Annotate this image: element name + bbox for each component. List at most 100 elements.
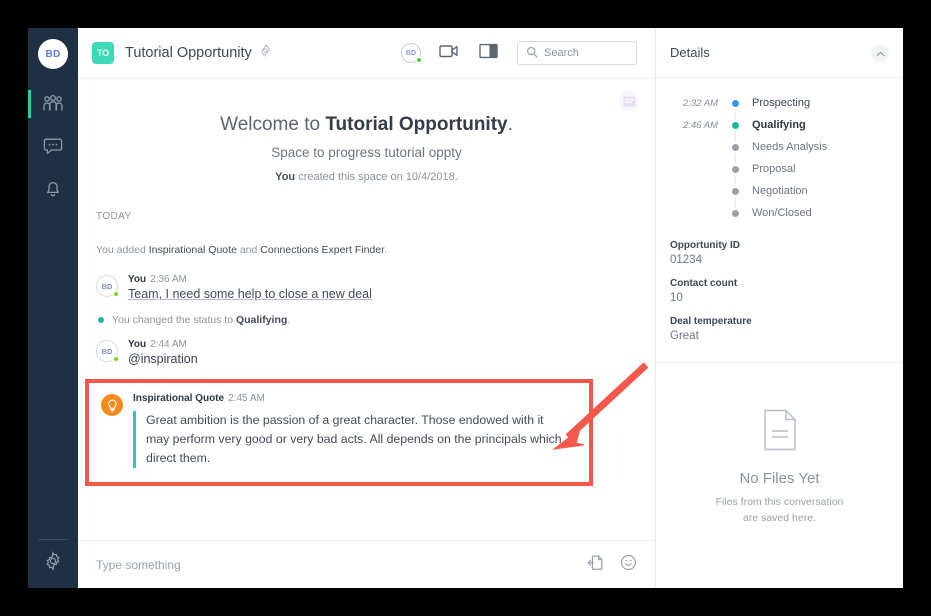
sys-suffix: .: [384, 244, 387, 256]
attach-file-icon[interactable]: [587, 554, 604, 576]
rail-nav: [28, 83, 78, 209]
files-empty-title: No Files Yet: [739, 469, 820, 487]
presence-dot: [113, 356, 119, 362]
message-author: You: [128, 339, 147, 350]
presence-dot: [113, 291, 119, 297]
field-label: Opportunity ID: [670, 240, 740, 251]
field-opportunity-id: Opportunity ID 01234: [656, 240, 903, 266]
people-icon: [42, 94, 64, 114]
message-author: You: [128, 274, 147, 285]
stage-label: Qualifying: [752, 119, 806, 131]
gear-icon: [43, 551, 63, 576]
files-empty-state: No Files Yet Files from this conversatio…: [656, 362, 903, 588]
stage-label: Negotiation: [752, 185, 808, 197]
sidebar-item-chat[interactable]: [28, 125, 78, 167]
app-name-two: Connections Expert Finder: [260, 244, 384, 256]
status-change-text: You changed the status to Qualifying.: [112, 314, 290, 326]
welcome-prefix: Welcome to: [220, 114, 326, 135]
avatar-initials: BD: [101, 346, 113, 356]
welcome-subtitle: Space to progress tutorial oppty: [271, 145, 462, 160]
quote-text: Great ambition is the passion of a great…: [133, 411, 563, 469]
avatar[interactable]: BD: [401, 43, 422, 63]
message-text[interactable]: @inspiration: [128, 352, 198, 366]
app-window: BD TO Tutorial Opportunity BD Search Wel…: [28, 28, 903, 588]
quote-app-name: Inspirational Quote: [133, 393, 225, 404]
stage-dot: [731, 209, 739, 217]
stage-item[interactable]: Negotiation: [670, 180, 889, 202]
message-time: 2:44 AM: [150, 339, 187, 350]
details-collapse-button[interactable]: [871, 43, 889, 62]
files-empty-line-one: Files from this conversation: [715, 495, 844, 508]
stage-item[interactable]: 2:32 AM Prospecting: [670, 92, 889, 114]
lightbulb-icon: [101, 394, 123, 416]
stage-track: [728, 114, 742, 136]
gear-icon: [259, 43, 272, 62]
sidebar-item-teams[interactable]: [28, 83, 78, 125]
welcome-space-name: Tutorial Opportunity: [325, 114, 508, 135]
app-name-one: Inspirational Quote: [148, 244, 237, 256]
stage-item[interactable]: Needs Analysis: [670, 136, 889, 158]
stage-dot: [731, 143, 739, 151]
stage-time: 2:46 AM: [682, 119, 718, 131]
space-settings-button[interactable]: [259, 43, 272, 62]
quote-time: 2:45 AM: [228, 393, 265, 404]
page-title: Tutorial Opportunity: [125, 45, 252, 61]
space-app-icon[interactable]: [619, 91, 639, 111]
stage-item[interactable]: Proposal: [670, 158, 889, 180]
stage-label: Needs Analysis: [752, 141, 828, 153]
bell-icon: [43, 178, 63, 198]
field-value: 01234: [670, 254, 702, 266]
stage-track: [728, 202, 742, 224]
field-label: Deal temperature: [670, 316, 752, 327]
stage-item[interactable]: 2:46 AM Qualifying: [670, 114, 889, 136]
sidebar-item-notifications[interactable]: [28, 167, 78, 209]
message-text[interactable]: Team, I need some help to close a new de…: [128, 287, 372, 301]
message-body: You 2:36 AM Team, I need some help to clo…: [128, 274, 372, 301]
status-prefix: You changed the status to: [112, 314, 236, 326]
sidebar-item-settings[interactable]: [28, 551, 78, 576]
stage-timeline: 2:32 AM Prospecting 2:46 AM Qualifying N…: [656, 78, 903, 230]
system-message-apps-added: You added Inspirational Quote and Connec…: [96, 244, 637, 256]
message-time: 2:36 AM: [150, 274, 187, 285]
message-item: BD You 2:44 AM @inspiration: [96, 339, 637, 366]
chevron-up-icon: [876, 44, 885, 62]
stage-dot: [731, 99, 739, 107]
search-icon: [526, 46, 538, 61]
inspirational-quote-card[interactable]: Inspirational Quote 2:45 AM Great ambitio…: [85, 379, 593, 487]
welcome-block: Welcome to Tutorial Opportunity. Space t…: [78, 79, 655, 183]
avatar[interactable]: BD: [96, 340, 119, 362]
quote-body: Inspirational Quote 2:45 AM Great ambitio…: [133, 393, 563, 469]
details-title: Details: [670, 45, 710, 60]
files-empty-line-two: are saved here.: [743, 511, 816, 524]
stage-dot: [731, 121, 739, 129]
system-message-status-change: You changed the status to Qualifying.: [98, 314, 637, 326]
conversation-topbar: TO Tutorial Opportunity BD Search: [78, 28, 655, 78]
search-input[interactable]: Search: [517, 41, 637, 65]
composer-tools: [587, 554, 637, 576]
stage-item[interactable]: Won/Closed: [670, 202, 889, 224]
welcome-suffix: .: [507, 114, 513, 135]
status-suffix: .: [287, 314, 291, 326]
toggle-panel-button[interactable]: [479, 43, 499, 64]
rail-user-avatar[interactable]: BD: [38, 39, 68, 69]
message-item: BD You 2:36 AM Team, I need some help to …: [96, 274, 637, 301]
quote-card-inner: Inspirational Quote 2:45 AM Great ambitio…: [101, 393, 577, 469]
quote-header: Inspirational Quote 2:45 AM: [133, 393, 563, 404]
smiley-icon[interactable]: [620, 554, 637, 576]
avatar[interactable]: BD: [96, 275, 119, 297]
conversation-column: TO Tutorial Opportunity BD Search Welcom…: [78, 28, 655, 588]
video-camera-icon: [439, 44, 461, 63]
details-panel: Details 2:32 AM Prospecting 2:46 AM Qual…: [655, 28, 903, 588]
message-composer[interactable]: Type something: [78, 540, 655, 588]
card-icon: [623, 95, 635, 107]
conversation-scroll[interactable]: Welcome to Tutorial Opportunity. Space t…: [78, 78, 655, 540]
topbar-actions: BD Search: [401, 41, 641, 65]
layout-panel-icon: [479, 43, 499, 63]
welcome-heading: Welcome to Tutorial Opportunity.: [98, 114, 635, 136]
message-header: You 2:36 AM: [128, 274, 372, 285]
field-value: Great: [670, 330, 699, 342]
welcome-meta: You created this space on 10/4/2018.: [98, 171, 635, 183]
message-header: You 2:44 AM: [128, 339, 198, 350]
video-call-button[interactable]: [439, 43, 461, 64]
stage-track: [728, 92, 742, 114]
